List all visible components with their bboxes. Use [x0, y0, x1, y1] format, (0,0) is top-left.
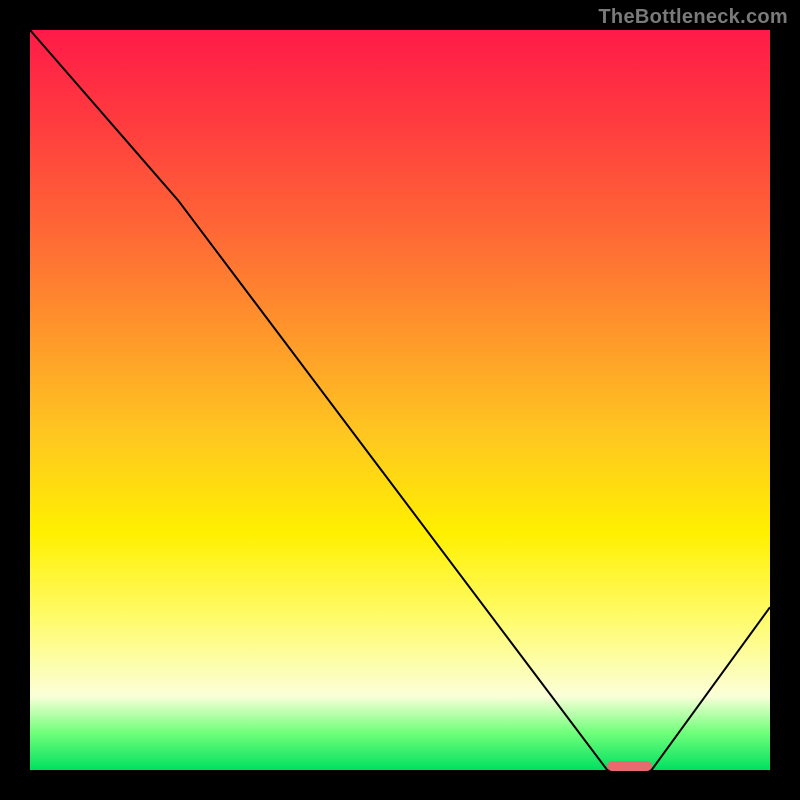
- chart-container: { "watermark": "TheBottleneck.com", "cha…: [0, 0, 800, 800]
- plot-area: [30, 30, 770, 770]
- bottleneck-curve: [30, 30, 770, 770]
- optimal-range-marker: [607, 761, 651, 771]
- curve-path: [30, 30, 770, 770]
- watermark-text: TheBottleneck.com: [598, 6, 788, 29]
